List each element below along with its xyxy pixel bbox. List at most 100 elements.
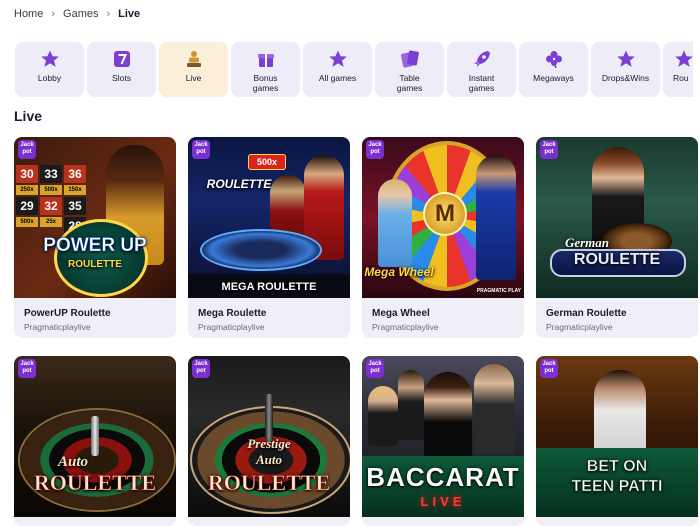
gift-icon (255, 48, 277, 70)
tab-slots[interactable]: Slots (87, 42, 156, 97)
star-icon (327, 48, 349, 70)
tab-all-games[interactable]: All games (303, 42, 372, 97)
roulette-emblem (54, 219, 148, 297)
tab-bonus-games[interactable]: Bonus games (231, 42, 300, 97)
wheel-spindle (91, 416, 99, 456)
game-thumbnail: Jack pot BACCARAT LIVE (362, 356, 524, 517)
jackpot-badge: Jack pot (540, 140, 558, 159)
section-title: Live (14, 108, 43, 124)
dealer-figure (398, 370, 424, 440)
game-card-german-roulette[interactable]: Jack pot German ROULETTE German Roulette … (536, 137, 698, 338)
star-icon (673, 48, 695, 70)
game-provider: Pragmaticplaylive (24, 322, 91, 332)
tab-label: Instant games (468, 73, 495, 93)
game-art-subtitle: LIVE (420, 494, 466, 509)
number-cell: 35 (64, 197, 86, 215)
game-art-title: Auto (57, 454, 88, 470)
game-card-baccarat[interactable]: Jack pot BACCARAT LIVE (362, 356, 524, 526)
category-tabs: Lobby Slots Live Bonus games All games T… (15, 42, 693, 97)
tab-instant-games[interactable]: Instant games (447, 42, 516, 97)
game-art-subtitle: TEEN PATTI (571, 478, 663, 496)
game-card-prestige-auto-roulette[interactable]: Jack pot Prestige Auto ROULETTE (188, 356, 350, 526)
game-provider: Pragmaticplaylive (198, 322, 265, 332)
game-art-title: Mega Wheel (364, 265, 434, 279)
jackpot-badge: Jack pot (366, 140, 384, 159)
tab-label: Slots (112, 73, 131, 83)
number-cell: 32 (40, 197, 62, 215)
game-thumbnail: Jack pot M Mega Wheel PRAGMATIC PLAY (362, 137, 524, 298)
tab-label: All games (318, 73, 357, 83)
dealer-figure (378, 179, 412, 267)
game-card-powerup-roulette[interactable]: Jack pot 30 33 36 250x 500x 150x 29 32 35… (14, 137, 176, 338)
tab-label: Bonus games (252, 73, 279, 93)
game-name: German Roulette (546, 308, 627, 319)
breadcrumb-home[interactable]: Home (14, 8, 43, 20)
multiplier-badge: 500x (248, 154, 286, 170)
game-thumbnail: Jack pot German ROULETTE (536, 137, 698, 298)
game-art-title: MEGA ROULETTE (221, 281, 317, 293)
tab-table-games[interactable]: Table games (375, 42, 444, 97)
dealer-figure (368, 386, 398, 446)
breadcrumb: Home › Games › Live (14, 8, 140, 20)
game-thumbnail: Jack pot 30 33 36 250x 500x 150x 29 32 35… (14, 137, 176, 298)
tab-label: Live (185, 73, 202, 83)
jackpot-badge: Jack pot (192, 140, 210, 159)
star-icon (615, 48, 637, 70)
multiplier-cell: 150x (64, 185, 86, 195)
game-info: Mega Roulette Pragmaticplaylive (188, 298, 350, 338)
game-art-title: Prestige (247, 436, 291, 451)
game-card-mega-wheel[interactable]: Jack pot M Mega Wheel PRAGMATIC PLAY Mega… (362, 137, 524, 338)
game-thumbnail: Jack pot BET ON TEEN PATTI (536, 356, 698, 517)
tab-roulette[interactable]: Rou (663, 42, 693, 97)
slot-seven-icon (111, 48, 133, 70)
dealer-figure (476, 155, 516, 280)
breadcrumb-games[interactable]: Games (63, 8, 98, 20)
game-card-auto-roulette[interactable]: Jack pot Auto ROULETTE (14, 356, 176, 526)
game-art-subtitle: ROULETTE (573, 251, 661, 268)
chevron-right-icon: › (51, 8, 56, 20)
game-art-subtitle: ROULETTE (33, 470, 157, 496)
tab-lobby[interactable]: Lobby (15, 42, 84, 97)
tab-label: Drops&Wins (601, 73, 650, 83)
number-cell: 29 (16, 197, 38, 215)
game-thumbnail: Jack pot Prestige Auto ROULETTE (188, 356, 350, 517)
game-art-label: Auto (255, 452, 282, 467)
jackpot-badge: Jack pot (540, 359, 558, 378)
cards-icon (399, 48, 421, 70)
game-art-title: BACCARAT (366, 462, 520, 492)
game-art-subtitle: ROULETTE (68, 259, 122, 270)
dealer-figure (474, 364, 514, 454)
provider-watermark: PRAGMATIC PLAY (476, 288, 521, 294)
jackpot-badge: Jack pot (18, 140, 36, 159)
game-info: Mega Wheel Pragmaticplaylive (362, 298, 524, 338)
game-art-title: BET ON (586, 458, 648, 476)
clover-icon (543, 48, 565, 70)
game-thumbnail: Jack pot Auto ROULETTE (14, 356, 176, 517)
tab-megaways[interactable]: Megaways (519, 42, 588, 97)
game-art-title: POWER UP (43, 235, 147, 257)
multiplier-cell: 500x (40, 185, 62, 195)
multiplier-cell: 500x (16, 217, 38, 227)
number-cell: 33 (40, 165, 62, 183)
game-name: Mega Wheel (372, 308, 430, 319)
wheel-spindle (265, 394, 273, 442)
game-card-bet-on-teen-patti[interactable]: Jack pot BET ON TEEN PATTI (536, 356, 698, 526)
jackpot-badge: Jack pot (192, 359, 210, 378)
number-cell: 30 (16, 165, 38, 183)
wheel-hub: M (423, 192, 467, 236)
game-card-mega-roulette[interactable]: Jack pot 500x ROULETTE MEGA ROULETTE Mega… (188, 137, 350, 338)
jackpot-badge: Jack pot (18, 359, 36, 378)
game-name: PowerUP Roulette (24, 308, 111, 319)
tab-label: Megaways (533, 73, 574, 83)
game-provider: Pragmaticplaylive (372, 322, 439, 332)
multiplier-cell: 250x (16, 185, 38, 195)
game-info: PowerUP Roulette Pragmaticplaylive (14, 298, 176, 338)
game-info: German Roulette Pragmaticplaylive (536, 298, 698, 338)
tab-label: Rou (673, 73, 689, 83)
tab-live[interactable]: Live (159, 42, 228, 97)
game-provider: Pragmaticplaylive (546, 322, 613, 332)
rocket-icon (471, 48, 493, 70)
tab-drops-wins[interactable]: Drops&Wins (591, 42, 660, 97)
jackpot-badge: Jack pot (366, 359, 384, 378)
game-art-subtitle: ROULETTE (207, 470, 331, 496)
